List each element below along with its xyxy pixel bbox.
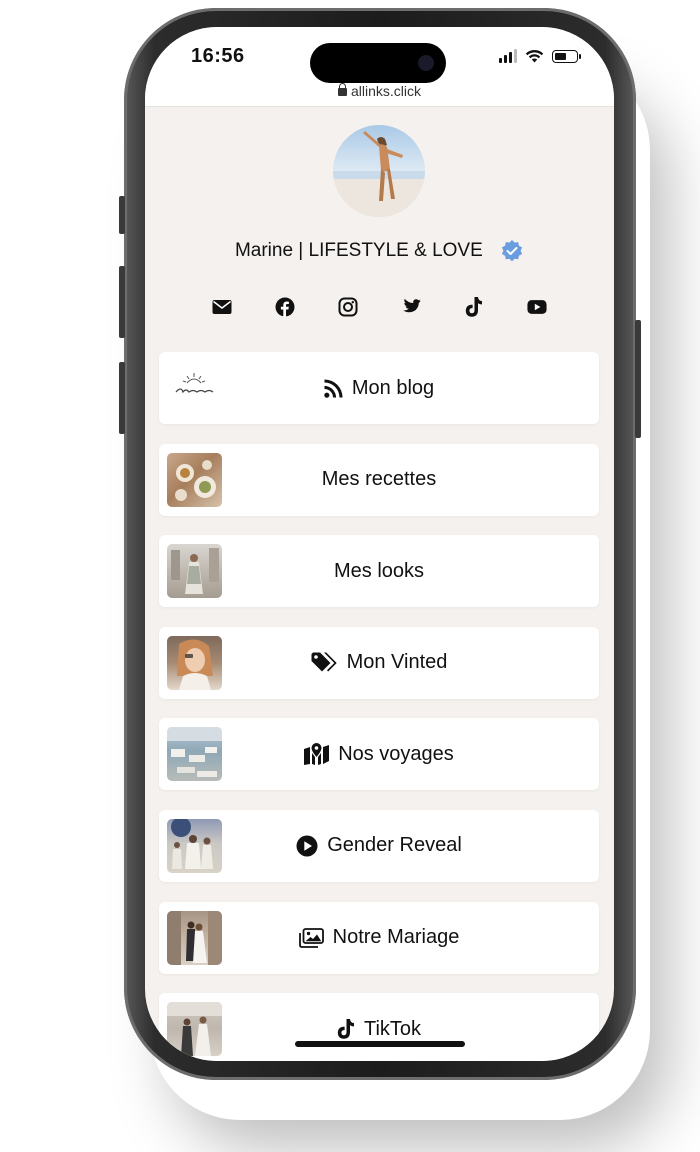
link-nos-voyages[interactable]: Nos voyages xyxy=(159,718,599,791)
link-mes-looks[interactable]: Mes looks xyxy=(159,535,599,608)
link-label-row: Gender Reveal xyxy=(159,810,599,882)
link-label: Notre Mariage xyxy=(332,926,460,949)
profile-name: Marine | LIFESTYLE & LOVE xyxy=(234,240,483,262)
link-label-row: Mes looks xyxy=(159,535,599,607)
youtube-icon[interactable] xyxy=(527,297,547,317)
lock-icon xyxy=(337,83,347,97)
link-label: Mon blog xyxy=(351,376,435,399)
rss-icon xyxy=(324,378,343,398)
tiktok-icon xyxy=(337,1019,354,1039)
phone-screen: 16:56 allinks.click Marine | LIFESTYLE &… xyxy=(145,27,614,1061)
link-mon-blog[interactable]: Mon blog xyxy=(159,352,599,424)
url-bar[interactable]: allinks.click xyxy=(145,83,614,99)
images-icon xyxy=(298,927,324,948)
battery-fill xyxy=(555,52,567,60)
link-mes-recettes[interactable]: Mes recettes xyxy=(159,443,599,516)
instagram-icon[interactable] xyxy=(338,297,358,317)
link-label-row: Notre Mariage xyxy=(159,902,599,974)
battery-icon xyxy=(552,49,581,63)
mail-icon[interactable] xyxy=(212,297,232,317)
links-list: Mon blog Mes recettes Mes looks Mon Vint… xyxy=(159,352,599,1061)
link-gender-reveal[interactable]: Gender Reveal xyxy=(159,809,599,882)
link-label: TikTok xyxy=(363,1017,422,1040)
volume-down-button xyxy=(119,362,125,434)
url-text: allinks.click xyxy=(350,83,421,99)
verified-badge-icon xyxy=(501,240,523,262)
profile-name-row: Marine | LIFESTYLE & LOVE xyxy=(145,239,614,263)
power-button xyxy=(635,320,641,438)
wifi-icon xyxy=(525,49,544,63)
dynamic-island xyxy=(310,43,446,83)
play-circle-icon xyxy=(296,835,318,857)
link-label-row: Nos voyages xyxy=(159,718,599,790)
link-label: Mon Vinted xyxy=(346,651,448,674)
link-label: Gender Reveal xyxy=(327,834,462,857)
link-label: Mes recettes xyxy=(321,468,437,491)
link-tiktok[interactable]: TikTok xyxy=(159,993,599,1061)
link-label-row: Mes recettes xyxy=(159,444,599,516)
tiktok-icon[interactable] xyxy=(464,297,484,317)
link-label-row: TikTok xyxy=(159,993,599,1061)
twitter-icon[interactable] xyxy=(401,297,421,317)
camera-icon xyxy=(418,55,434,71)
volume-up-button xyxy=(119,266,125,338)
link-mon-vinted[interactable]: Mon Vinted xyxy=(159,626,599,699)
avatar[interactable] xyxy=(333,125,425,217)
status-bar: 16:56 allinks.click xyxy=(145,27,614,107)
link-label: Nos voyages xyxy=(338,742,454,765)
tags-icon xyxy=(311,652,337,672)
map-icon xyxy=(304,743,330,766)
social-icons xyxy=(145,297,614,317)
url-divider xyxy=(145,106,614,107)
facebook-icon[interactable] xyxy=(275,297,295,317)
link-label-row: Mon Vinted xyxy=(159,627,599,699)
status-time: 16:56 xyxy=(191,45,245,67)
link-label: Mes looks xyxy=(333,559,425,582)
link-label-row: Mon blog xyxy=(159,352,599,424)
action-button xyxy=(119,196,125,234)
cellular-signal-icon xyxy=(499,49,517,63)
home-indicator[interactable] xyxy=(295,1041,465,1047)
link-notre-mariage[interactable]: Notre Mariage xyxy=(159,901,599,974)
